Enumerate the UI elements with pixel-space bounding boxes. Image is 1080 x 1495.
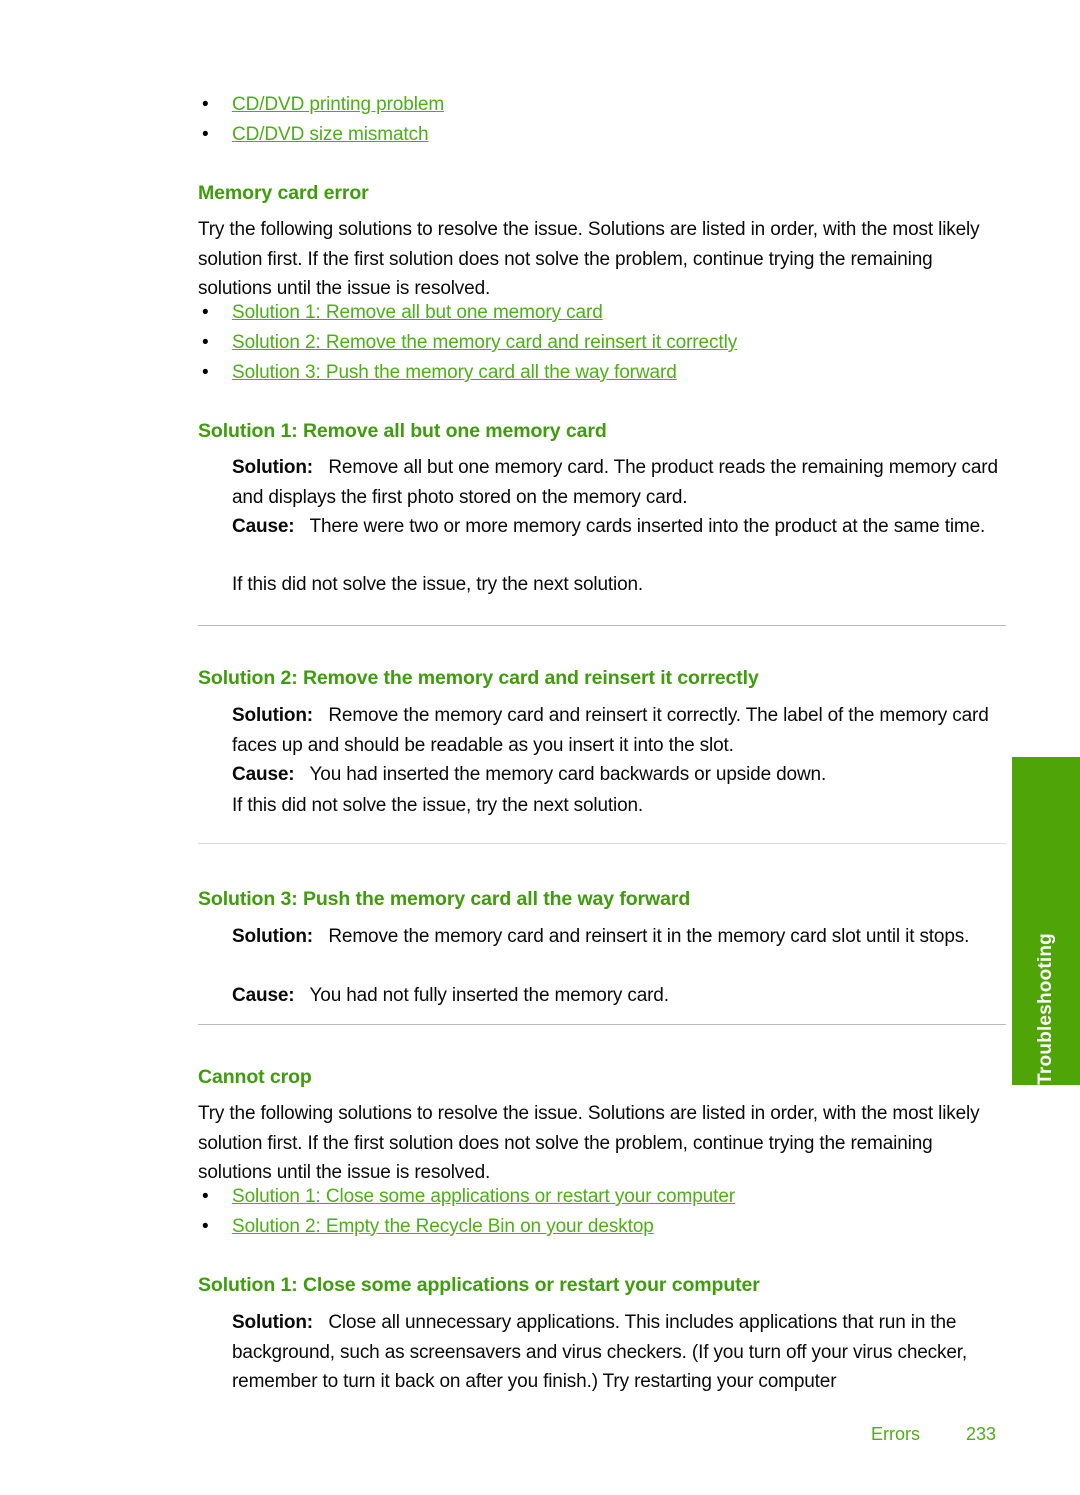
solution-label: Solution: xyxy=(232,705,313,726)
bullet-icon: • xyxy=(202,94,209,115)
link-cd-dvd-printing-problem[interactable]: CD/DVD printing problem xyxy=(232,94,444,115)
cause-text: You had not fully inserted the memory ca… xyxy=(309,985,669,1006)
bullet-icon: • xyxy=(202,362,209,383)
top-link-list: • CD/DVD printing problem • CD/DVD size … xyxy=(198,90,1008,150)
link-cd-dvd-size-mismatch[interactable]: CD/DVD size mismatch xyxy=(232,124,429,145)
cause-body-2: Cause: You had inserted the memory card … xyxy=(232,760,1006,790)
heading-solution-2-reinsert-correctly: Solution 2: Remove the memory card and r… xyxy=(198,667,759,689)
link-solution-1-close-applications[interactable]: Solution 1: Close some applications or r… xyxy=(232,1186,735,1207)
cause-label: Cause: xyxy=(232,985,295,1006)
intro-memory-card-error: Try the following solutions to resolve t… xyxy=(198,219,980,299)
cause-label: Cause: xyxy=(232,764,295,785)
solution-body-1: Solution: Remove all but one memory card… xyxy=(232,453,1006,512)
solution-text: Remove the memory card and reinsert it i… xyxy=(328,926,970,947)
link-solution-1-remove-all-but-one[interactable]: Solution 1: Remove all but one memory ca… xyxy=(232,302,603,323)
heading-memory-card-error: Memory card error xyxy=(198,182,369,204)
bullet-icon: • xyxy=(202,124,209,145)
section-divider xyxy=(198,843,1006,844)
page-footer: Errors 233 xyxy=(0,1424,1012,1445)
list-item: • Solution 2: Remove the memory card and… xyxy=(198,328,1008,358)
cause-text: You had inserted the memory card backwar… xyxy=(309,764,827,785)
cause-body-3: Cause: You had not fully inserted the me… xyxy=(232,981,1006,1011)
cause-text: There were two or more memory cards inse… xyxy=(309,516,986,537)
bullet-icon: • xyxy=(202,302,209,323)
solution-body-2: Solution: Remove the memory card and rei… xyxy=(232,701,1006,760)
solution-text: Remove the memory card and reinsert it c… xyxy=(232,705,989,756)
list-item: • Solution 1: Remove all but one memory … xyxy=(198,298,1008,328)
list-item: • CD/DVD printing problem xyxy=(198,90,1008,120)
solution-label: Solution: xyxy=(232,457,313,478)
list-item: • CD/DVD size mismatch xyxy=(198,120,1008,150)
solution-link-list-cannot-crop: • Solution 1: Close some applications or… xyxy=(198,1182,1008,1242)
side-tab-label: Troubleshooting xyxy=(1035,933,1056,1085)
section-divider xyxy=(198,625,1006,626)
solution-text: Close all unnecessary applications. This… xyxy=(232,1312,968,1392)
link-solution-2-empty-recycle-bin[interactable]: Solution 2: Empty the Recycle Bin on you… xyxy=(232,1216,654,1237)
side-tab-troubleshooting: Troubleshooting xyxy=(1012,757,1080,1085)
list-item: • Solution 2: Empty the Recycle Bin on y… xyxy=(198,1212,1008,1242)
page-number: 233 xyxy=(965,1424,996,1444)
intro-cannot-crop: Try the following solutions to resolve t… xyxy=(198,1103,980,1183)
heading-solution-1-remove-all-but-one: Solution 1: Remove all but one memory ca… xyxy=(198,420,607,442)
heading-cannot-crop: Cannot crop xyxy=(198,1066,312,1088)
next-solution-note-1: If this did not solve the issue, try the… xyxy=(232,574,644,595)
bullet-icon: • xyxy=(202,1216,209,1237)
solution-body-4: Solution: Close all unnecessary applicat… xyxy=(232,1308,1006,1397)
next-solution-note-2: If this did not solve the issue, try the… xyxy=(232,795,644,816)
list-item: • Solution 1: Close some applications or… xyxy=(198,1182,1008,1212)
cause-label: Cause: xyxy=(232,516,295,537)
list-item: • Solution 3: Push the memory card all t… xyxy=(198,358,1008,388)
link-solution-2-reinsert-correctly[interactable]: Solution 2: Remove the memory card and r… xyxy=(232,332,737,353)
solution-text: Remove all but one memory card. The prod… xyxy=(232,457,998,508)
solution-label: Solution: xyxy=(232,926,313,947)
solution-link-list-memory-card-error: • Solution 1: Remove all but one memory … xyxy=(198,298,1008,388)
bullet-icon: • xyxy=(202,332,209,353)
heading-solution-1-close-applications: Solution 1: Close some applications or r… xyxy=(198,1274,760,1296)
cause-body-1: Cause: There were two or more memory car… xyxy=(232,512,1006,542)
document-page: • CD/DVD printing problem • CD/DVD size … xyxy=(0,0,1080,1495)
solution-label: Solution: xyxy=(232,1312,313,1333)
footer-section-name: Errors xyxy=(870,1424,920,1444)
link-solution-3-push-forward[interactable]: Solution 3: Push the memory card all the… xyxy=(232,362,677,383)
section-divider xyxy=(198,1024,1006,1025)
heading-solution-3-push-forward: Solution 3: Push the memory card all the… xyxy=(198,888,691,910)
solution-body-3: Solution: Remove the memory card and rei… xyxy=(232,922,1006,952)
bullet-icon: • xyxy=(202,1186,209,1207)
